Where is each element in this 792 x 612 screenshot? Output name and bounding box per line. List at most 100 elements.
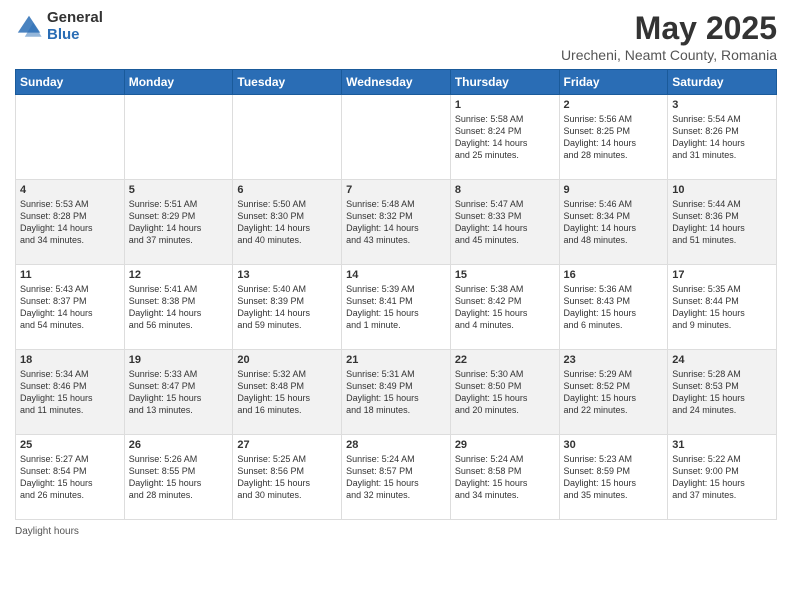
- day-number: 1: [455, 99, 555, 111]
- day-number: 13: [237, 269, 337, 281]
- week-row-3: 11Sunrise: 5:43 AM Sunset: 8:37 PM Dayli…: [16, 265, 777, 350]
- day-info: Sunrise: 5:38 AM Sunset: 8:42 PM Dayligh…: [455, 283, 555, 332]
- day-info: Sunrise: 5:25 AM Sunset: 8:56 PM Dayligh…: [237, 453, 337, 502]
- day-info: Sunrise: 5:40 AM Sunset: 8:39 PM Dayligh…: [237, 283, 337, 332]
- day-number: 28: [346, 439, 446, 451]
- day-info: Sunrise: 5:46 AM Sunset: 8:34 PM Dayligh…: [564, 198, 664, 247]
- day-number: 5: [129, 184, 229, 196]
- logo-icon: [15, 13, 43, 41]
- weekday-header-tuesday: Tuesday: [233, 70, 342, 95]
- day-number: 2: [564, 99, 664, 111]
- day-number: 15: [455, 269, 555, 281]
- day-number: 24: [672, 354, 772, 366]
- logo-blue-text: Blue: [47, 27, 103, 44]
- day-info: Sunrise: 5:36 AM Sunset: 8:43 PM Dayligh…: [564, 283, 664, 332]
- calendar-cell: 27 Sunrise: 5:25 AM Sunset: 8:56 PM Dayli…: [233, 435, 342, 520]
- day-number: 17: [672, 269, 772, 281]
- calendar-cell: 11Sunrise: 5:43 AM Sunset: 8:37 PM Dayli…: [16, 265, 125, 350]
- day-number: 29: [455, 439, 555, 451]
- logo-text: General Blue: [47, 10, 103, 43]
- header: General Blue May 2025 Urecheni, Neamt Co…: [15, 10, 777, 63]
- daylight-label: Daylight hours: [15, 526, 79, 537]
- day-number: 26: [129, 439, 229, 451]
- subtitle: Urecheni, Neamt County, Romania: [561, 47, 777, 63]
- calendar-cell: 24Sunrise: 5:28 AM Sunset: 8:53 PM Dayli…: [668, 350, 777, 435]
- main-title: May 2025: [561, 10, 777, 47]
- day-number: 8: [455, 184, 555, 196]
- weekday-header-saturday: Saturday: [668, 70, 777, 95]
- day-number: 18: [20, 354, 120, 366]
- day-number: 12: [129, 269, 229, 281]
- day-info: Sunrise: 5:30 AM Sunset: 8:50 PM Dayligh…: [455, 368, 555, 417]
- day-number: 30: [564, 439, 664, 451]
- day-info: Sunrise: 5:44 AM Sunset: 8:36 PM Dayligh…: [672, 198, 772, 247]
- day-info: Sunrise: 5:26 AM Sunset: 8:55 PM Dayligh…: [129, 453, 229, 502]
- calendar-cell: 18 Sunrise: 5:34 AM Sunset: 8:46 PM Dayli…: [16, 350, 125, 435]
- day-info: Sunrise: 5:48 AM Sunset: 8:32 PM Dayligh…: [346, 198, 446, 247]
- day-number: 7: [346, 184, 446, 196]
- calendar-cell: [342, 95, 451, 180]
- calendar-cell: 10Sunrise: 5:44 AM Sunset: 8:36 PM Dayli…: [668, 180, 777, 265]
- calendar-cell: [233, 95, 342, 180]
- day-number: 23: [564, 354, 664, 366]
- day-info: Sunrise: 5:27 AM Sunset: 8:54 PM Dayligh…: [20, 453, 120, 502]
- title-block: May 2025 Urecheni, Neamt County, Romania: [561, 10, 777, 63]
- day-number: 6: [237, 184, 337, 196]
- calendar-cell: 20Sunrise: 5:32 AM Sunset: 8:48 PM Dayli…: [233, 350, 342, 435]
- week-row-2: 4 Sunrise: 5:53 AM Sunset: 8:28 PM Daylig…: [16, 180, 777, 265]
- calendar-cell: 5 Sunrise: 5:51 AM Sunset: 8:29 PM Daylig…: [124, 180, 233, 265]
- weekday-header-thursday: Thursday: [450, 70, 559, 95]
- calendar-cell: 30Sunrise: 5:23 AM Sunset: 8:59 PM Dayli…: [559, 435, 668, 520]
- weekday-header-monday: Monday: [124, 70, 233, 95]
- calendar-table: SundayMondayTuesdayWednesdayThursdayFrid…: [15, 69, 777, 520]
- day-info: Sunrise: 5:47 AM Sunset: 8:33 PM Dayligh…: [455, 198, 555, 247]
- day-info: Sunrise: 5:22 AM Sunset: 9:00 PM Dayligh…: [672, 453, 772, 502]
- day-number: 27: [237, 439, 337, 451]
- calendar-cell: 9Sunrise: 5:46 AM Sunset: 8:34 PM Daylig…: [559, 180, 668, 265]
- calendar-cell: 7 Sunrise: 5:48 AM Sunset: 8:32 PM Daylig…: [342, 180, 451, 265]
- day-number: 20: [237, 354, 337, 366]
- calendar-cell: 19 Sunrise: 5:33 AM Sunset: 8:47 PM Dayli…: [124, 350, 233, 435]
- day-number: 21: [346, 354, 446, 366]
- week-row-4: 18 Sunrise: 5:34 AM Sunset: 8:46 PM Dayli…: [16, 350, 777, 435]
- calendar-cell: 25 Sunrise: 5:27 AM Sunset: 8:54 PM Dayli…: [16, 435, 125, 520]
- day-number: 25: [20, 439, 120, 451]
- day-number: 16: [564, 269, 664, 281]
- calendar-cell: 26 Sunrise: 5:26 AM Sunset: 8:55 PM Dayli…: [124, 435, 233, 520]
- calendar-cell: 15 Sunrise: 5:38 AM Sunset: 8:42 PM Dayli…: [450, 265, 559, 350]
- day-info: Sunrise: 5:53 AM Sunset: 8:28 PM Dayligh…: [20, 198, 120, 247]
- calendar-cell: 1 Sunrise: 5:58 AM Sunset: 8:24 PM Daylig…: [450, 95, 559, 180]
- page: General Blue May 2025 Urecheni, Neamt Co…: [0, 0, 792, 612]
- calendar-cell: 14Sunrise: 5:39 AM Sunset: 8:41 PM Dayli…: [342, 265, 451, 350]
- calendar-cell: 22 Sunrise: 5:30 AM Sunset: 8:50 PM Dayli…: [450, 350, 559, 435]
- calendar-cell: 8 Sunrise: 5:47 AM Sunset: 8:33 PM Daylig…: [450, 180, 559, 265]
- calendar-cell: [16, 95, 125, 180]
- calendar-cell: 3Sunrise: 5:54 AM Sunset: 8:26 PM Daylig…: [668, 95, 777, 180]
- calendar-cell: 28 Sunrise: 5:24 AM Sunset: 8:57 PM Dayli…: [342, 435, 451, 520]
- calendar-cell: 21 Sunrise: 5:31 AM Sunset: 8:49 PM Dayli…: [342, 350, 451, 435]
- calendar-cell: 12 Sunrise: 5:41 AM Sunset: 8:38 PM Dayli…: [124, 265, 233, 350]
- calendar-cell: 23Sunrise: 5:29 AM Sunset: 8:52 PM Dayli…: [559, 350, 668, 435]
- day-info: Sunrise: 5:54 AM Sunset: 8:26 PM Dayligh…: [672, 113, 772, 162]
- weekday-header-sunday: Sunday: [16, 70, 125, 95]
- week-row-5: 25 Sunrise: 5:27 AM Sunset: 8:54 PM Dayli…: [16, 435, 777, 520]
- day-info: Sunrise: 5:58 AM Sunset: 8:24 PM Dayligh…: [455, 113, 555, 162]
- day-info: Sunrise: 5:24 AM Sunset: 8:57 PM Dayligh…: [346, 453, 446, 502]
- weekday-header-friday: Friday: [559, 70, 668, 95]
- day-number: 4: [20, 184, 120, 196]
- day-info: Sunrise: 5:35 AM Sunset: 8:44 PM Dayligh…: [672, 283, 772, 332]
- day-info: Sunrise: 5:31 AM Sunset: 8:49 PM Dayligh…: [346, 368, 446, 417]
- day-info: Sunrise: 5:50 AM Sunset: 8:30 PM Dayligh…: [237, 198, 337, 247]
- footer: Daylight hours: [15, 526, 777, 537]
- day-number: 22: [455, 354, 555, 366]
- day-info: Sunrise: 5:41 AM Sunset: 8:38 PM Dayligh…: [129, 283, 229, 332]
- logo-general-text: General: [47, 10, 103, 27]
- calendar-cell: 6 Sunrise: 5:50 AM Sunset: 8:30 PM Daylig…: [233, 180, 342, 265]
- day-info: Sunrise: 5:56 AM Sunset: 8:25 PM Dayligh…: [564, 113, 664, 162]
- day-info: Sunrise: 5:33 AM Sunset: 8:47 PM Dayligh…: [129, 368, 229, 417]
- day-info: Sunrise: 5:51 AM Sunset: 8:29 PM Dayligh…: [129, 198, 229, 247]
- calendar-body: 1 Sunrise: 5:58 AM Sunset: 8:24 PM Daylig…: [16, 95, 777, 520]
- day-info: Sunrise: 5:34 AM Sunset: 8:46 PM Dayligh…: [20, 368, 120, 417]
- day-number: 19: [129, 354, 229, 366]
- weekday-row: SundayMondayTuesdayWednesdayThursdayFrid…: [16, 70, 777, 95]
